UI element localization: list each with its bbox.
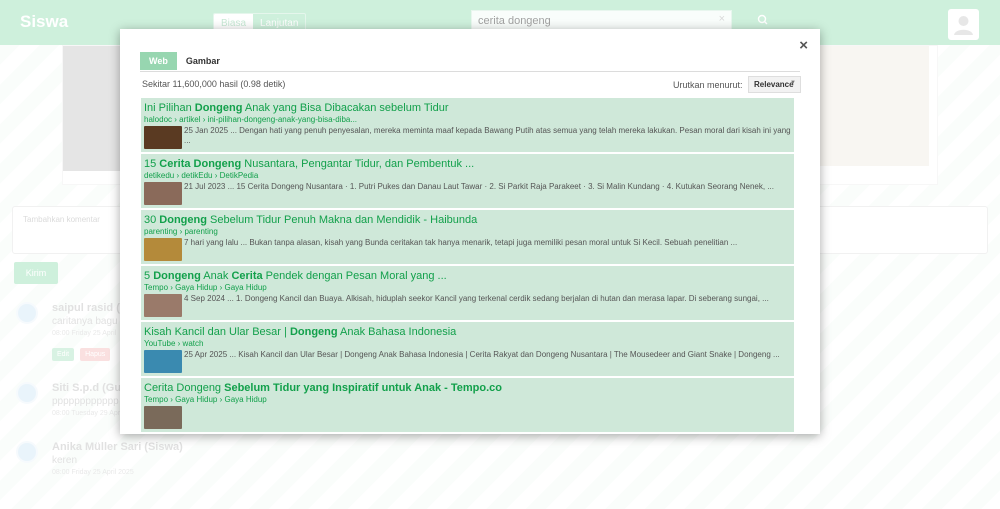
title-keyword: Cerita bbox=[231, 270, 263, 282]
result-snippet: 21 Jul 2023 ... 15 Cerita Dongeng Nusant… bbox=[184, 182, 774, 191]
title-text: 15 bbox=[144, 158, 160, 170]
title-text: Kisah Kancil dan Ular Besar | bbox=[144, 326, 290, 338]
title-keyword: Dongeng bbox=[159, 214, 207, 226]
search-result[interactable]: Cerita Dongeng Sebelum Tidur yang Inspir… bbox=[141, 378, 794, 434]
results-list: Ini Pilihan Dongeng Anak yang Bisa Dibac… bbox=[141, 98, 794, 434]
tab-images[interactable]: Gambar bbox=[177, 52, 229, 70]
title-keyword: Dongeng bbox=[153, 270, 201, 282]
result-url[interactable]: Tempo › Gaya Hidup › Gaya Hidup bbox=[144, 283, 791, 293]
search-result[interactable]: 15 Cerita Dongeng Nusantara, Pengantar T… bbox=[141, 154, 794, 210]
title-text: Nusantara, Pengantar Tidur, dan Pembentu… bbox=[241, 158, 475, 170]
result-thumbnail[interactable] bbox=[144, 350, 182, 373]
result-body: 4 Sep 2024 ... 1. Dongeng Kancil dan Bua… bbox=[144, 294, 791, 317]
title-keyword: Sebelum Tidur yang Inspiratif untuk Anak… bbox=[221, 382, 503, 394]
result-url[interactable]: detikedu › detikEdu › DetikPedia bbox=[144, 171, 791, 181]
sort-label: Urutkan menurut: bbox=[673, 80, 743, 90]
search-results-modal: × Web Gambar Sekitar 11,600,000 hasil (0… bbox=[120, 29, 820, 434]
result-snippet: 25 Jan 2025 ... Dengan hati yang penuh p… bbox=[184, 126, 791, 145]
chevron-down-icon: ▼ bbox=[790, 80, 796, 86]
title-text: Anak Bahasa Indonesia bbox=[337, 326, 457, 338]
title-text: Sebelum Tidur Penuh Makna dan Mendidik -… bbox=[206, 214, 478, 226]
result-thumbnail[interactable] bbox=[144, 406, 182, 429]
result-count: Sekitar 11,600,000 hasil (0.98 detik) bbox=[142, 79, 286, 89]
title-text: Ini Pilihan bbox=[144, 102, 195, 114]
title-text: Anak bbox=[200, 270, 232, 282]
title-text: 30 bbox=[144, 214, 160, 226]
result-url[interactable]: YouTube › watch bbox=[144, 339, 791, 349]
result-body: 7 hari yang lalu ... Bukan tanpa alasan,… bbox=[144, 238, 791, 261]
result-body: 21 Jul 2023 ... 15 Cerita Dongeng Nusant… bbox=[144, 182, 791, 205]
result-tabs: Web Gambar bbox=[140, 52, 229, 70]
result-thumbnail[interactable] bbox=[144, 238, 182, 261]
title-text: Pendek dengan Pesan Moral yang ... bbox=[262, 270, 447, 282]
result-url[interactable]: parenting › parenting bbox=[144, 227, 791, 237]
result-snippet: 25 Apr 2025 ... Kisah Kancil dan Ular Be… bbox=[184, 350, 780, 359]
result-url[interactable]: Tempo › Gaya Hidup › Gaya Hidup bbox=[144, 395, 791, 405]
title-text: Cerita Dongeng bbox=[144, 382, 222, 394]
result-body bbox=[144, 406, 791, 429]
sort-value: Relevance bbox=[754, 80, 794, 89]
title-text: 5 bbox=[144, 270, 154, 282]
result-title-link[interactable]: 5 Dongeng Anak Cerita Pendek dengan Pesa… bbox=[144, 270, 791, 283]
result-thumbnail[interactable] bbox=[144, 294, 182, 317]
close-icon[interactable]: × bbox=[799, 37, 808, 54]
result-url[interactable]: halodoc › artikel › ini-pilihan-dongeng-… bbox=[144, 115, 791, 125]
title-keyword: Dongeng bbox=[194, 102, 243, 114]
result-body: 25 Jan 2025 ... Dengan hati yang penuh p… bbox=[144, 126, 791, 149]
result-title-link[interactable]: Ini Pilihan Dongeng Anak yang Bisa Dibac… bbox=[144, 102, 791, 115]
search-result[interactable]: 5 Dongeng Anak Cerita Pendek dengan Pesa… bbox=[141, 266, 794, 322]
result-thumbnail[interactable] bbox=[144, 126, 182, 149]
title-keyword: Cerita Dongeng bbox=[159, 158, 242, 170]
result-snippet: 4 Sep 2024 ... 1. Dongeng Kancil dan Bua… bbox=[184, 294, 769, 303]
search-result[interactable]: Ini Pilihan Dongeng Anak yang Bisa Dibac… bbox=[141, 98, 794, 154]
result-title-link[interactable]: Kisah Kancil dan Ular Besar | Dongeng An… bbox=[144, 326, 791, 339]
result-title-link[interactable]: Cerita Dongeng Sebelum Tidur yang Inspir… bbox=[144, 382, 791, 395]
tab-divider bbox=[140, 71, 800, 72]
result-body: 25 Apr 2025 ... Kisah Kancil dan Ular Be… bbox=[144, 350, 791, 373]
result-title-link[interactable]: 30 Dongeng Sebelum Tidur Penuh Makna dan… bbox=[144, 214, 791, 227]
search-result[interactable]: Kisah Kancil dan Ular Besar | Dongeng An… bbox=[141, 322, 794, 378]
title-keyword: Dongeng bbox=[289, 326, 338, 338]
result-title-link[interactable]: 15 Cerita Dongeng Nusantara, Pengantar T… bbox=[144, 158, 791, 171]
search-result[interactable]: 30 Dongeng Sebelum Tidur Penuh Makna dan… bbox=[141, 210, 794, 266]
tab-web[interactable]: Web bbox=[140, 52, 177, 70]
result-thumbnail[interactable] bbox=[144, 182, 182, 205]
result-snippet: 7 hari yang lalu ... Bukan tanpa alasan,… bbox=[184, 238, 738, 247]
sort-select[interactable]: Relevance ▼ bbox=[748, 76, 801, 93]
title-text: Anak yang Bisa Dibacakan sebelum Tidur bbox=[242, 102, 449, 114]
